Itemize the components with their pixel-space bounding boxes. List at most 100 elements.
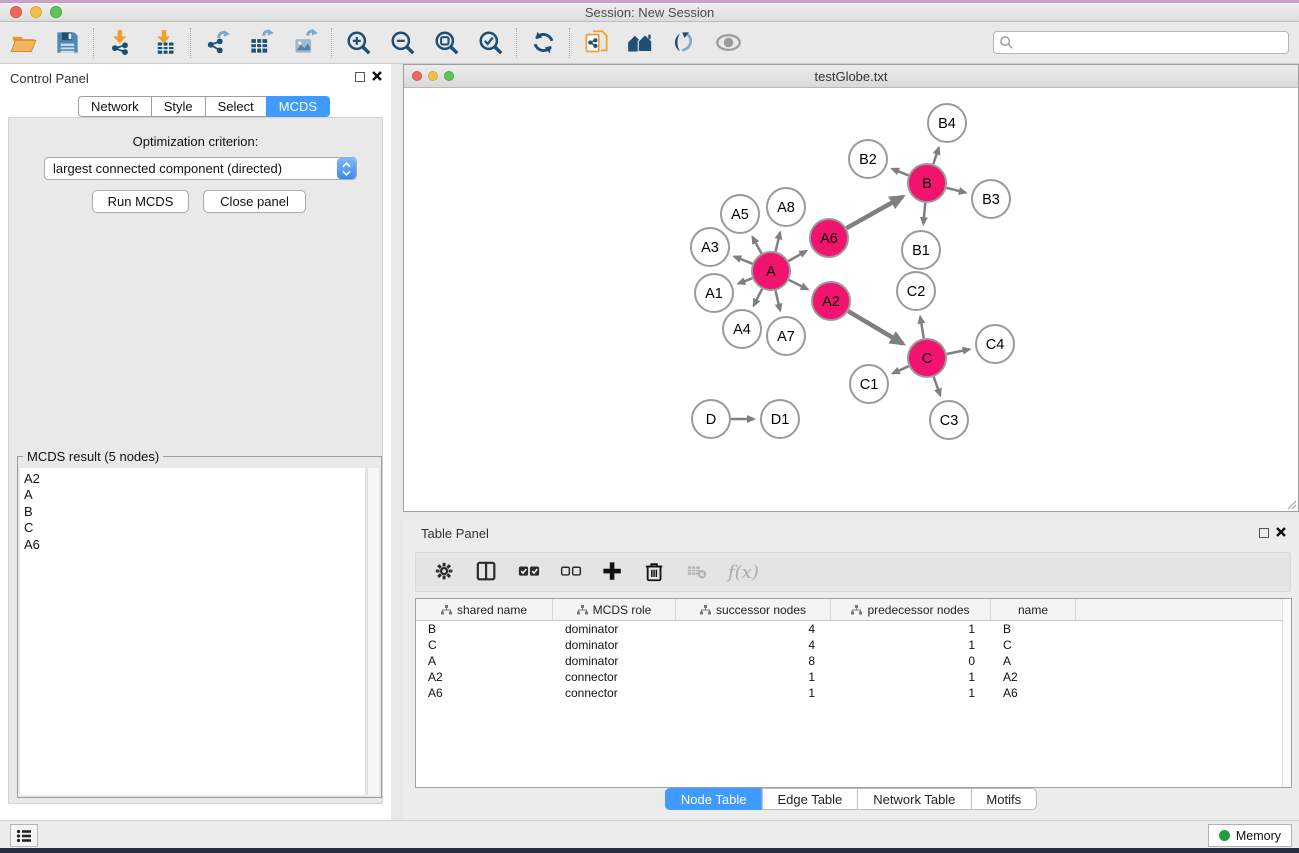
edge-A-A4[interactable] [754, 289, 762, 306]
save-session-button[interactable] [52, 28, 82, 58]
column-layout-button[interactable] [476, 559, 498, 585]
network-window-titlebar[interactable]: testGlobe.txt [404, 65, 1298, 88]
cell-successor-nodes: 1 [676, 670, 831, 684]
refresh-button[interactable] [528, 28, 558, 58]
result-list-item[interactable]: A [24, 487, 365, 503]
tab-network[interactable]: Network [78, 96, 151, 117]
edge-A2-C[interactable] [848, 311, 903, 343]
node-label-A2: A2 [822, 294, 840, 310]
edge-A-A1[interactable] [738, 278, 752, 283]
clone-network-button[interactable] [581, 28, 611, 58]
edge-B-B1[interactable] [923, 203, 925, 224]
table-row[interactable]: Adominator80A [416, 653, 1291, 669]
home-button[interactable] [625, 28, 655, 58]
close-panel-button[interactable]: Close panel [203, 190, 306, 213]
edge-A-A8[interactable] [776, 232, 781, 251]
result-list-scrollbar[interactable] [367, 468, 379, 795]
column-header-name[interactable]: name [991, 599, 1076, 620]
float-table-panel-icon[interactable] [1259, 528, 1269, 538]
table-scrollbar[interactable] [1282, 599, 1291, 787]
sort-tree-icon [577, 605, 588, 615]
column-header-successor-nodes[interactable]: successor nodes [676, 599, 831, 620]
toolbar-group-1 [105, 28, 179, 58]
edge-A-A3[interactable] [734, 257, 752, 264]
cell-MCDS-role: connector [553, 686, 676, 700]
node-label-A7: A7 [777, 329, 795, 345]
tab-motifs[interactable]: Motifs [970, 788, 1037, 810]
column-header-MCDS-role[interactable]: MCDS role [553, 599, 676, 620]
toolbar-separator [190, 28, 191, 58]
settings-gear-button[interactable] [434, 559, 456, 585]
column-header-shared-name[interactable]: shared name [416, 599, 553, 620]
zoom-out-button[interactable] [387, 28, 417, 58]
edge-B-B3[interactable] [946, 188, 965, 193]
edge-C-C4[interactable] [947, 349, 970, 354]
tab-edge-table[interactable]: Edge Table [761, 788, 857, 810]
result-list-item[interactable]: C [24, 520, 365, 536]
toolbar-group-4 [528, 28, 558, 58]
zoom-in-button[interactable] [343, 28, 373, 58]
hide-graphics-details-button[interactable] [713, 28, 743, 58]
clone-network-icon [583, 29, 610, 56]
table-panel: Table Panel f(x) shared nameMCDS rolesuc… [403, 520, 1299, 820]
show-graphics-details-button[interactable] [669, 28, 699, 58]
float-panel-icon[interactable] [355, 72, 365, 82]
desktop-bottom-strip [0, 848, 1299, 853]
add-row-button[interactable] [602, 559, 624, 585]
run-mcds-button[interactable]: Run MCDS [92, 190, 189, 213]
criterion-dropdown[interactable]: largest connected component (directed) [44, 157, 357, 180]
mcds-tab-content: Optimization criterion: largest connecte… [8, 117, 383, 804]
search-input[interactable] [993, 31, 1289, 54]
column-header-predecessor-nodes[interactable]: predecessor nodes [831, 599, 991, 620]
open-session-button[interactable] [8, 28, 38, 58]
edge-A-A2[interactable] [789, 280, 808, 289]
node-label-A1: A1 [705, 286, 723, 302]
edge-B-B2[interactable] [892, 169, 908, 176]
result-list-item[interactable]: B [24, 504, 365, 520]
table-row[interactable]: Cdominator41C [416, 637, 1291, 653]
node-table[interactable]: shared nameMCDS rolesuccessor nodesprede… [415, 598, 1292, 788]
tab-network-table[interactable]: Network Table [857, 788, 970, 810]
export-table-button[interactable] [246, 28, 276, 58]
close-table-panel-icon[interactable] [1275, 526, 1287, 538]
application-window: Session: New Session Control Panel Netwo… [0, 0, 1299, 853]
cell-predecessor-nodes: 1 [831, 622, 991, 636]
import-network-button[interactable] [105, 28, 135, 58]
edge-C-C3[interactable] [934, 377, 941, 396]
edge-A-A7[interactable] [775, 290, 780, 310]
dropdown-stepper-icon [337, 158, 356, 179]
task-history-button[interactable] [10, 824, 38, 847]
edge-A-A5[interactable] [752, 237, 761, 254]
mcds-result-list[interactable]: A2ABCA6 [20, 468, 366, 795]
network-canvas[interactable]: AA1A2A3A4A5A6A7A8BB1B2B3B4CC1C2C3C4DD1 [404, 88, 1298, 511]
select-all-button[interactable] [518, 559, 540, 585]
deselect-all-button[interactable] [560, 559, 582, 585]
import-table-button[interactable] [149, 28, 179, 58]
table-row[interactable]: A6connector11A6 [416, 685, 1291, 701]
zoom-selected-button[interactable] [475, 28, 505, 58]
result-list-item[interactable]: A6 [24, 537, 365, 553]
close-panel-icon[interactable] [371, 70, 383, 82]
delete-row-icon [644, 561, 666, 583]
zoom-fit-icon [433, 29, 460, 56]
table-row[interactable]: Bdominator41B [416, 621, 1291, 637]
delete-row-button[interactable] [644, 559, 666, 585]
tab-mcds[interactable]: MCDS [266, 96, 330, 117]
zoom-fit-button[interactable] [431, 28, 461, 58]
edge-A6-B[interactable] [846, 197, 902, 229]
edge-C-C2[interactable] [920, 317, 924, 339]
export-network-button[interactable] [202, 28, 232, 58]
table-row[interactable]: A2connector11A2 [416, 669, 1291, 685]
tab-node-table[interactable]: Node Table [665, 788, 762, 810]
edge-C-C1[interactable] [893, 366, 909, 373]
memory-button[interactable]: Memory [1208, 824, 1292, 847]
tab-select[interactable]: Select [205, 96, 266, 117]
result-list-item[interactable]: A2 [24, 471, 365, 487]
tab-style[interactable]: Style [151, 96, 205, 117]
export-image-button[interactable] [290, 28, 320, 58]
task-list-icon [16, 829, 32, 843]
edge-A-A6[interactable] [788, 251, 806, 261]
window-resize-grip[interactable] [1285, 498, 1297, 510]
node-label-D1: D1 [771, 412, 790, 428]
edge-B-B4[interactable] [933, 148, 938, 164]
